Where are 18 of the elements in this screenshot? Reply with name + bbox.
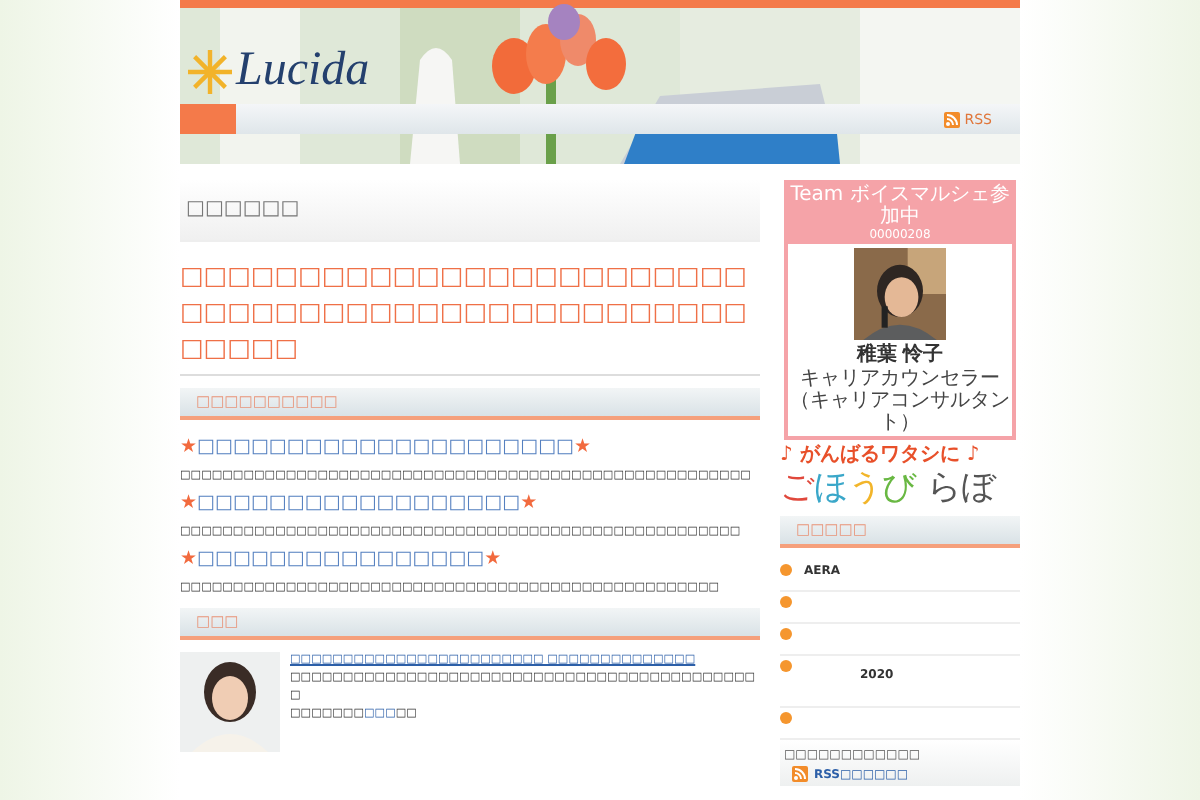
- badge-title: Team ボイスマルシェ参加中: [788, 184, 1012, 228]
- bullet-icon: [780, 660, 792, 672]
- person-role: キャリアカウンセラー（キャリアコンサルタント）: [788, 368, 1012, 436]
- bullet-icon: [780, 712, 792, 724]
- banner-logo[interactable]: ごほ う び らぼ: [780, 468, 1020, 508]
- site-logo[interactable]: Lucida: [236, 44, 370, 98]
- entry-heading: ★□□□□□□□□□□□□□□□□★: [180, 546, 504, 574]
- person-name: 稚葉 怜子: [788, 344, 1012, 368]
- entry-heading: ★□□□□□□□□□□□□□□□□□□★: [180, 490, 540, 518]
- rss-icon: [944, 111, 961, 127]
- entry-heading: ★□□□□□□□□□□□□□□□□□□□□□★: [180, 434, 594, 462]
- bullet-icon: [780, 596, 792, 608]
- rss-icon: [792, 766, 808, 782]
- bullet-icon: [780, 564, 792, 576]
- article-title: □□□□□□□□□□□□□□□□□□□□□□□□□□□□□□□□□□□□□□□□□□□□□□□□□□□□□: [180, 258, 760, 376]
- star-icon: [188, 49, 232, 93]
- bullet-icon: [780, 628, 792, 640]
- banner-tagline[interactable]: ♪ がんばるワタシに ♪: [780, 444, 1020, 468]
